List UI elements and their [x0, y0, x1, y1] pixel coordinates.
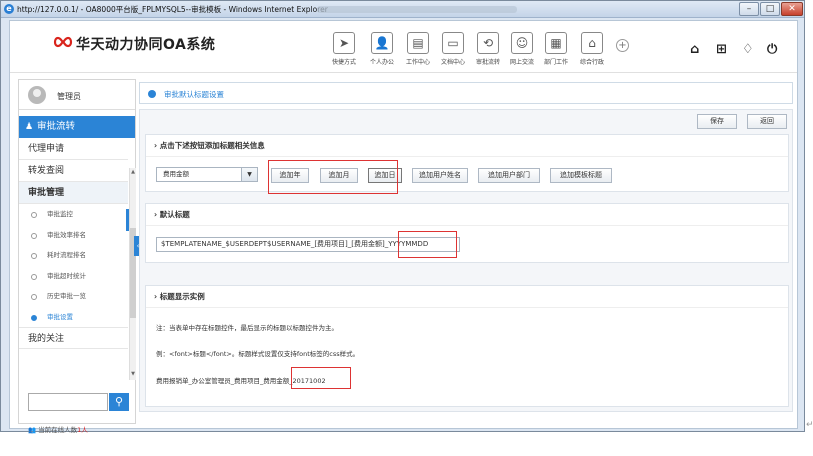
append-template-title-button[interactable]: 追加模板标题 [550, 168, 612, 183]
person-icon: 👤 [371, 32, 393, 54]
chat-icon: ☺ [511, 32, 533, 54]
add-nav-icon[interactable]: + [616, 39, 629, 52]
sidebar-sub-history[interactable]: 历史审批一览 [19, 286, 128, 307]
field-select[interactable]: 费用金额 ▼ [156, 167, 258, 182]
dept-icon: ▦ [545, 32, 567, 54]
nav-personal[interactable]: 👤 个人办公 [370, 32, 394, 66]
online-count: 1人 [77, 426, 88, 434]
section-default-title: › 默认标题 $TEMPLATENAME_$USERDEPT$USERNAME_… [145, 203, 789, 263]
example-note-text: 例：<font>标题</font>。标题样式设置仅支持font标签的css样式。 [156, 350, 360, 358]
user-icon: ♟ [25, 122, 34, 132]
title-bar: e http://127.0.0.1/ - OA8000平台版_FPLMYSQL… [1, 1, 804, 18]
chevron-down-icon[interactable]: ▼ [241, 168, 257, 181]
window-title: http://127.0.0.1/ - OA8000平台版_FPLMYSQL5-… [17, 5, 328, 14]
nav-approval[interactable]: ⟲ 审批流转 [476, 32, 500, 66]
scroll-down-icon[interactable]: ▼ [130, 371, 136, 377]
users-icon: 👥 [28, 426, 39, 434]
maximize-button[interactable]: □ [760, 2, 780, 16]
username: 管理员 [57, 92, 81, 101]
sidebar: 管理员 ♟ 审批流转 代理申请 转发查阅 审批管理 审批监控 审批效率排名 耗时… [18, 79, 136, 424]
sidebar-sub-monitor[interactable]: 审批监控 [19, 204, 128, 225]
section-title-add: › 点击下述按钮添加标题相关信息 [146, 135, 788, 157]
save-button[interactable]: 保存 [697, 114, 737, 129]
sidebar-sub-efficiency[interactable]: 审批效率排名 [19, 225, 128, 246]
append-userdept-button[interactable]: 追加用户部门 [478, 168, 540, 183]
briefcase-icon: ▤ [407, 32, 429, 54]
sidebar-scrollbar[interactable]: ▲ ▼ [129, 168, 136, 380]
bullet-icon [148, 90, 156, 98]
flow-icon: ⟲ [477, 32, 499, 54]
minimize-button[interactable]: – [739, 2, 759, 16]
home-icon[interactable]: ⌂ [690, 42, 699, 57]
active-indicator [126, 209, 129, 231]
building-icon: ⌂ [581, 32, 603, 54]
append-username-button[interactable]: 追加用户姓名 [412, 168, 468, 183]
note-text: 注：当表单中存在标题控件，最后显示的标题以标题控件为主。 [156, 324, 338, 332]
sidebar-item-manage[interactable]: 审批管理 [19, 182, 128, 204]
search-icon[interactable]: ⚲ [109, 393, 129, 411]
nav-shortcut[interactable]: ➤ 快捷方式 [332, 32, 356, 66]
power-icon[interactable]: ⏻ [767, 42, 777, 57]
main-area: 审批默认标题设置 保存 返回 › 点击下述按钮添加标题相关信息 费用金额 ▼ 追… [139, 82, 793, 412]
highlight-box [291, 367, 351, 389]
app-header: 华天动力协同OA系统 ➤ 快捷方式 👤 个人办公 ▤ 工作中心 ▭ 文档中心 ⟲… [10, 21, 797, 73]
close-button[interactable]: ✕ [781, 2, 803, 16]
highlight-box [398, 231, 457, 258]
online-users: 👥 当前在线人数1人 [28, 426, 88, 434]
scroll-up-icon[interactable]: ▲ [130, 169, 136, 175]
page-content: 华天动力协同OA系统 ➤ 快捷方式 👤 个人办公 ▤ 工作中心 ▭ 文档中心 ⟲… [9, 20, 798, 434]
blurred-tab [317, 6, 517, 13]
section-example: › 标题显示实例 注：当表单中存在标题控件，最后显示的标题以标题控件为主。 例：… [145, 285, 789, 407]
document-icon: ▭ [442, 32, 464, 54]
back-button[interactable]: 返回 [747, 114, 787, 129]
nav-work[interactable]: ▤ 工作中心 [406, 32, 430, 66]
section-approval-flow[interactable]: ♟ 审批流转 [19, 116, 135, 138]
sidebar-item-apply[interactable]: 代理申请 [19, 138, 128, 160]
nav-docs[interactable]: ▭ 文档中心 [441, 32, 465, 66]
nav-chat[interactable]: ☺ 网上交流 [510, 32, 534, 66]
nav-admin[interactable]: ⌂ 综合行政 [580, 32, 604, 66]
nav-dept[interactable]: ▦ 部门工作 [544, 32, 568, 66]
page-title: 审批默认标题设置 [164, 90, 224, 99]
return-mark: ↵ [806, 420, 813, 430]
highlight-box [268, 160, 398, 194]
section-title-example: › 标题显示实例 [146, 286, 788, 308]
ie-icon: e [4, 4, 14, 14]
breadcrumb: 审批默认标题设置 [139, 82, 793, 104]
grid-icon[interactable]: ⊞ [716, 42, 727, 57]
shirt-icon[interactable]: ♢ [742, 42, 754, 57]
avatar [28, 86, 46, 104]
user-box: 管理员 [19, 80, 135, 110]
browser-window: e http://127.0.0.1/ - OA8000平台版_FPLMYSQL… [0, 0, 805, 434]
section-title-default: › 默认标题 [146, 204, 788, 226]
search-input[interactable] [28, 393, 108, 411]
sidebar-item-query[interactable]: 转发查阅 [19, 160, 128, 182]
send-icon: ➤ [333, 32, 355, 54]
settings-panel: 保存 返回 › 点击下述按钮添加标题相关信息 费用金额 ▼ 追加年 追加月 追加… [139, 109, 793, 412]
sidebar-item-attention[interactable]: 我的关注 [19, 327, 128, 349]
sidebar-sub-overtime[interactable]: 审批超时统计 [19, 266, 128, 287]
sidebar-sub-settings[interactable]: 审批设置 [19, 307, 128, 328]
logo-icon [53, 36, 73, 48]
sidebar-sub-duration[interactable]: 耗时流程排名 [19, 245, 128, 266]
sidebar-menu: 代理申请 转发查阅 审批管理 审批监控 审批效率排名 耗时流程排名 审批超时统计… [19, 138, 128, 349]
brand-title: 华天动力协同OA系统 [76, 37, 216, 53]
section-add-info: › 点击下述按钮添加标题相关信息 费用金额 ▼ 追加年 追加月 追加日 追加用户… [145, 134, 789, 194]
